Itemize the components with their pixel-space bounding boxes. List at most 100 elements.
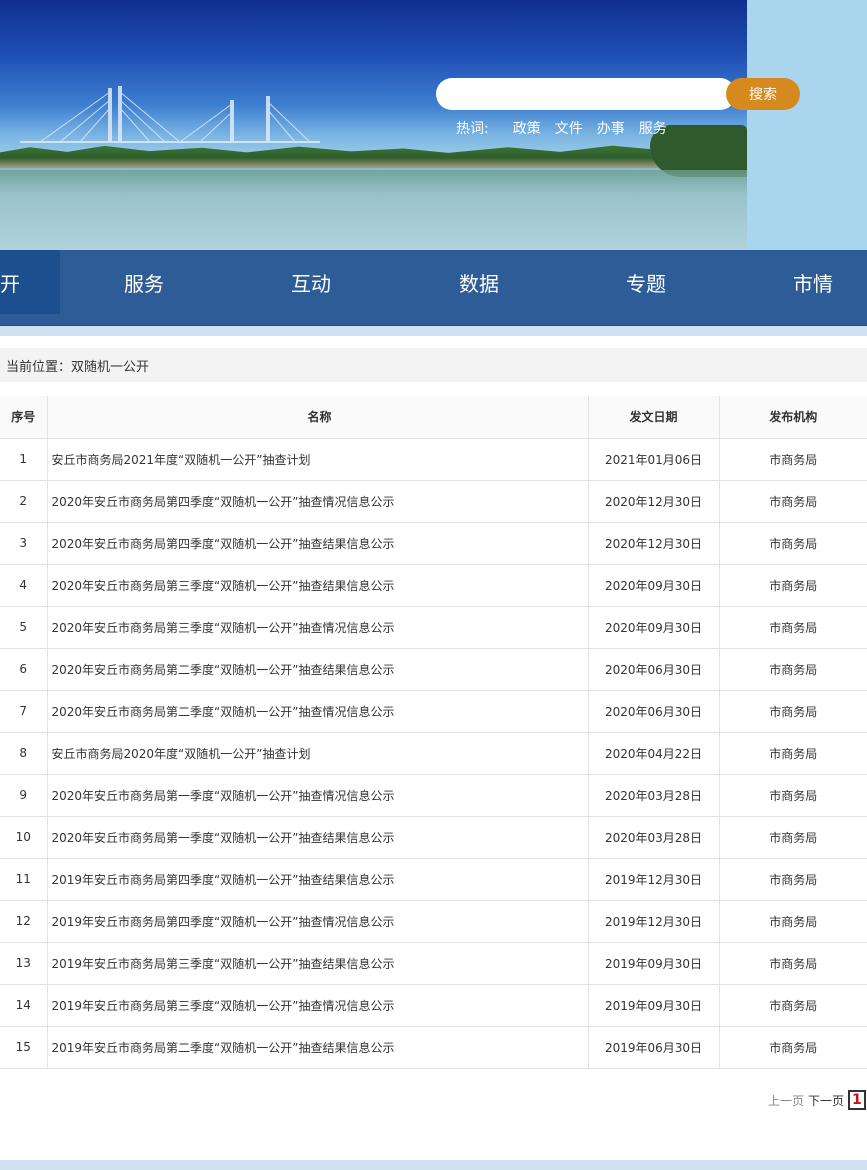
row-org: 市商务局	[719, 1026, 867, 1069]
table-row: 13 2019年安丘市商务局第三季度“双随机一公开”抽查结果信息公示 2019年09…	[0, 942, 867, 985]
row-date: 2020年12月30日	[588, 480, 720, 523]
row-date: 2020年03月28日	[588, 774, 720, 817]
row-org: 市商务局	[719, 438, 867, 481]
row-number: 6	[0, 648, 48, 691]
row-title-link[interactable]: 安丘市商务局2020年度“双随机一公开”抽查计划	[47, 732, 589, 775]
row-title-link[interactable]: 2020年安丘市商务局第二季度“双随机一公开”抽查情况信息公示	[47, 690, 589, 733]
table-row: 5 2020年安丘市商务局第三季度“双随机一公开”抽查情况信息公示 2020年09月…	[0, 606, 867, 649]
column-header-date: 发文日期	[588, 396, 720, 439]
pagination: 上一页 下一页 1	[768, 1090, 866, 1110]
row-org: 市商务局	[719, 564, 867, 607]
breadcrumb-text: 当前位置：双随机一公开	[6, 359, 150, 375]
divider-strip	[0, 326, 867, 336]
row-date: 2019年09月30日	[588, 942, 720, 985]
hotword-affairs[interactable]: 办事	[597, 118, 625, 138]
prev-page-link[interactable]: 上一页	[768, 1092, 804, 1109]
row-number: 1	[0, 438, 48, 481]
row-org: 市商务局	[719, 690, 867, 733]
row-number: 12	[0, 900, 48, 943]
row-title-link[interactable]: 2019年安丘市商务局第四季度“双随机一公开”抽查情况信息公示	[47, 900, 589, 943]
bridge-illustration	[20, 86, 320, 143]
hotword-file[interactable]: 文件	[555, 118, 583, 138]
search-button[interactable]: 搜索	[726, 78, 800, 110]
row-org: 市商务局	[719, 900, 867, 943]
row-title-link[interactable]: 2020年安丘市商务局第三季度“双随机一公开”抽查结果信息公示	[47, 564, 589, 607]
row-date: 2020年09月30日	[588, 606, 720, 649]
table-row: 6 2020年安丘市商务局第二季度“双随机一公开”抽查结果信息公示 2020年06月…	[0, 648, 867, 691]
row-date: 2020年12月30日	[588, 522, 720, 565]
row-date: 2020年06月30日	[588, 648, 720, 691]
nav-item-open[interactable]: 开	[0, 250, 60, 314]
row-title-link[interactable]: 2019年安丘市商务局第二季度“双随机一公开”抽查结果信息公示	[47, 1026, 589, 1069]
table-row: 1 安丘市商务局2021年度“双随机一公开”抽查计划 2021年01月06日 市商务局	[0, 438, 867, 481]
row-date: 2019年12月30日	[588, 858, 720, 901]
header-banner: 搜索 热词: 政策 文件 办事 服务	[0, 0, 867, 250]
row-date: 2020年09月30日	[588, 564, 720, 607]
column-header-no: 序号	[0, 396, 48, 439]
table-row: 3 2020年安丘市商务局第四季度“双随机一公开”抽查结果信息公示 2020年12月…	[0, 522, 867, 565]
table-row: 2 2020年安丘市商务局第四季度“双随机一公开”抽查情况信息公示 2020年12月…	[0, 480, 867, 523]
table-row: 9 2020年安丘市商务局第一季度“双随机一公开”抽查情况信息公示 2020年03月…	[0, 774, 867, 817]
main-nav: 开 服务 互动 数据 专题 市情	[0, 250, 867, 326]
row-title-link[interactable]: 2019年安丘市商务局第三季度“双随机一公开”抽查情况信息公示	[47, 984, 589, 1027]
row-org: 市商务局	[719, 816, 867, 859]
row-number: 9	[0, 774, 48, 817]
row-title-link[interactable]: 2020年安丘市商务局第一季度“双随机一公开”抽查情况信息公示	[47, 774, 589, 817]
table-body: 1 安丘市商务局2021年度“双随机一公开”抽查计划 2021年01月06日 市商务局…	[0, 438, 867, 1069]
row-org: 市商务局	[719, 858, 867, 901]
row-date: 2020年06月30日	[588, 690, 720, 733]
table-row: 8 安丘市商务局2020年度“双随机一公开”抽查计划 2020年04月22日 市商务局	[0, 732, 867, 775]
row-title-link[interactable]: 2020年安丘市商务局第二季度“双随机一公开”抽查结果信息公示	[47, 648, 589, 691]
row-org: 市商务局	[719, 648, 867, 691]
current-page-number[interactable]: 1	[848, 1090, 866, 1110]
row-org: 市商务局	[719, 984, 867, 1027]
row-date: 2020年03月28日	[588, 816, 720, 859]
row-number: 7	[0, 690, 48, 733]
nav-item-topics[interactable]: 专题	[592, 250, 700, 314]
table-row: 14 2019年安丘市商务局第三季度“双随机一公开”抽查情况信息公示 2019年09…	[0, 984, 867, 1027]
table-header-row: 序号 名称 发文日期 发布机构	[0, 396, 867, 439]
row-title-link[interactable]: 2020年安丘市商务局第四季度“双随机一公开”抽查结果信息公示	[47, 522, 589, 565]
row-title-link[interactable]: 2020年安丘市商务局第三季度“双随机一公开”抽查情况信息公示	[47, 606, 589, 649]
search-input[interactable]	[436, 78, 736, 110]
table-row: 12 2019年安丘市商务局第四季度“双随机一公开”抽查情况信息公示 2019年12…	[0, 900, 867, 943]
row-number: 13	[0, 942, 48, 985]
table-row: 4 2020年安丘市商务局第三季度“双随机一公开”抽查结果信息公示 2020年09月…	[0, 564, 867, 607]
table-row: 11 2019年安丘市商务局第四季度“双随机一公开”抽查结果信息公示 2019年12…	[0, 858, 867, 901]
breadcrumb: 当前位置：双随机一公开	[0, 348, 867, 382]
nav-item-data[interactable]: 数据	[425, 250, 533, 314]
column-header-org: 发布机构	[719, 396, 867, 439]
hotwords: 热词: 政策 文件 办事 服务	[456, 118, 681, 138]
row-date: 2020年04月22日	[588, 732, 720, 775]
row-title-link[interactable]: 2019年安丘市商务局第三季度“双随机一公开”抽查结果信息公示	[47, 942, 589, 985]
row-org: 市商务局	[719, 606, 867, 649]
nav-item-city-info[interactable]: 市情	[759, 250, 867, 314]
row-title-link[interactable]: 2019年安丘市商务局第四季度“双随机一公开”抽查结果信息公示	[47, 858, 589, 901]
footer-strip	[0, 1160, 867, 1170]
row-number: 3	[0, 522, 48, 565]
document-table: 序号 名称 发文日期 发布机构 1 安丘市商务局2021年度“双随机一公开”抽查计…	[0, 396, 867, 1069]
nav-item-service[interactable]: 服务	[90, 250, 198, 314]
hotword-policy[interactable]: 政策	[513, 118, 541, 138]
column-header-name: 名称	[47, 396, 589, 439]
row-title-link[interactable]: 2020年安丘市商务局第四季度“双随机一公开”抽查情况信息公示	[47, 480, 589, 523]
row-number: 2	[0, 480, 48, 523]
row-date: 2019年06月30日	[588, 1026, 720, 1069]
row-org: 市商务局	[719, 774, 867, 817]
water-reflection	[0, 170, 747, 250]
row-date: 2021年01月06日	[588, 438, 720, 481]
table-row: 7 2020年安丘市商务局第二季度“双随机一公开”抽查情况信息公示 2020年06月…	[0, 690, 867, 733]
hotwords-label: 热词:	[456, 121, 489, 137]
next-page-link[interactable]: 下一页	[808, 1092, 844, 1109]
row-number: 8	[0, 732, 48, 775]
row-org: 市商务局	[719, 942, 867, 985]
row-number: 11	[0, 858, 48, 901]
row-title-link[interactable]: 2020年安丘市商务局第一季度“双随机一公开”抽查结果信息公示	[47, 816, 589, 859]
table-row: 10 2020年安丘市商务局第一季度“双随机一公开”抽查结果信息公示 2020年03…	[0, 816, 867, 859]
row-org: 市商务局	[719, 732, 867, 775]
row-org: 市商务局	[719, 480, 867, 523]
hotword-service[interactable]: 服务	[639, 118, 667, 138]
row-title-link[interactable]: 安丘市商务局2021年度“双随机一公开”抽查计划	[47, 438, 589, 481]
nav-item-interaction[interactable]: 互动	[257, 250, 365, 314]
row-org: 市商务局	[719, 522, 867, 565]
